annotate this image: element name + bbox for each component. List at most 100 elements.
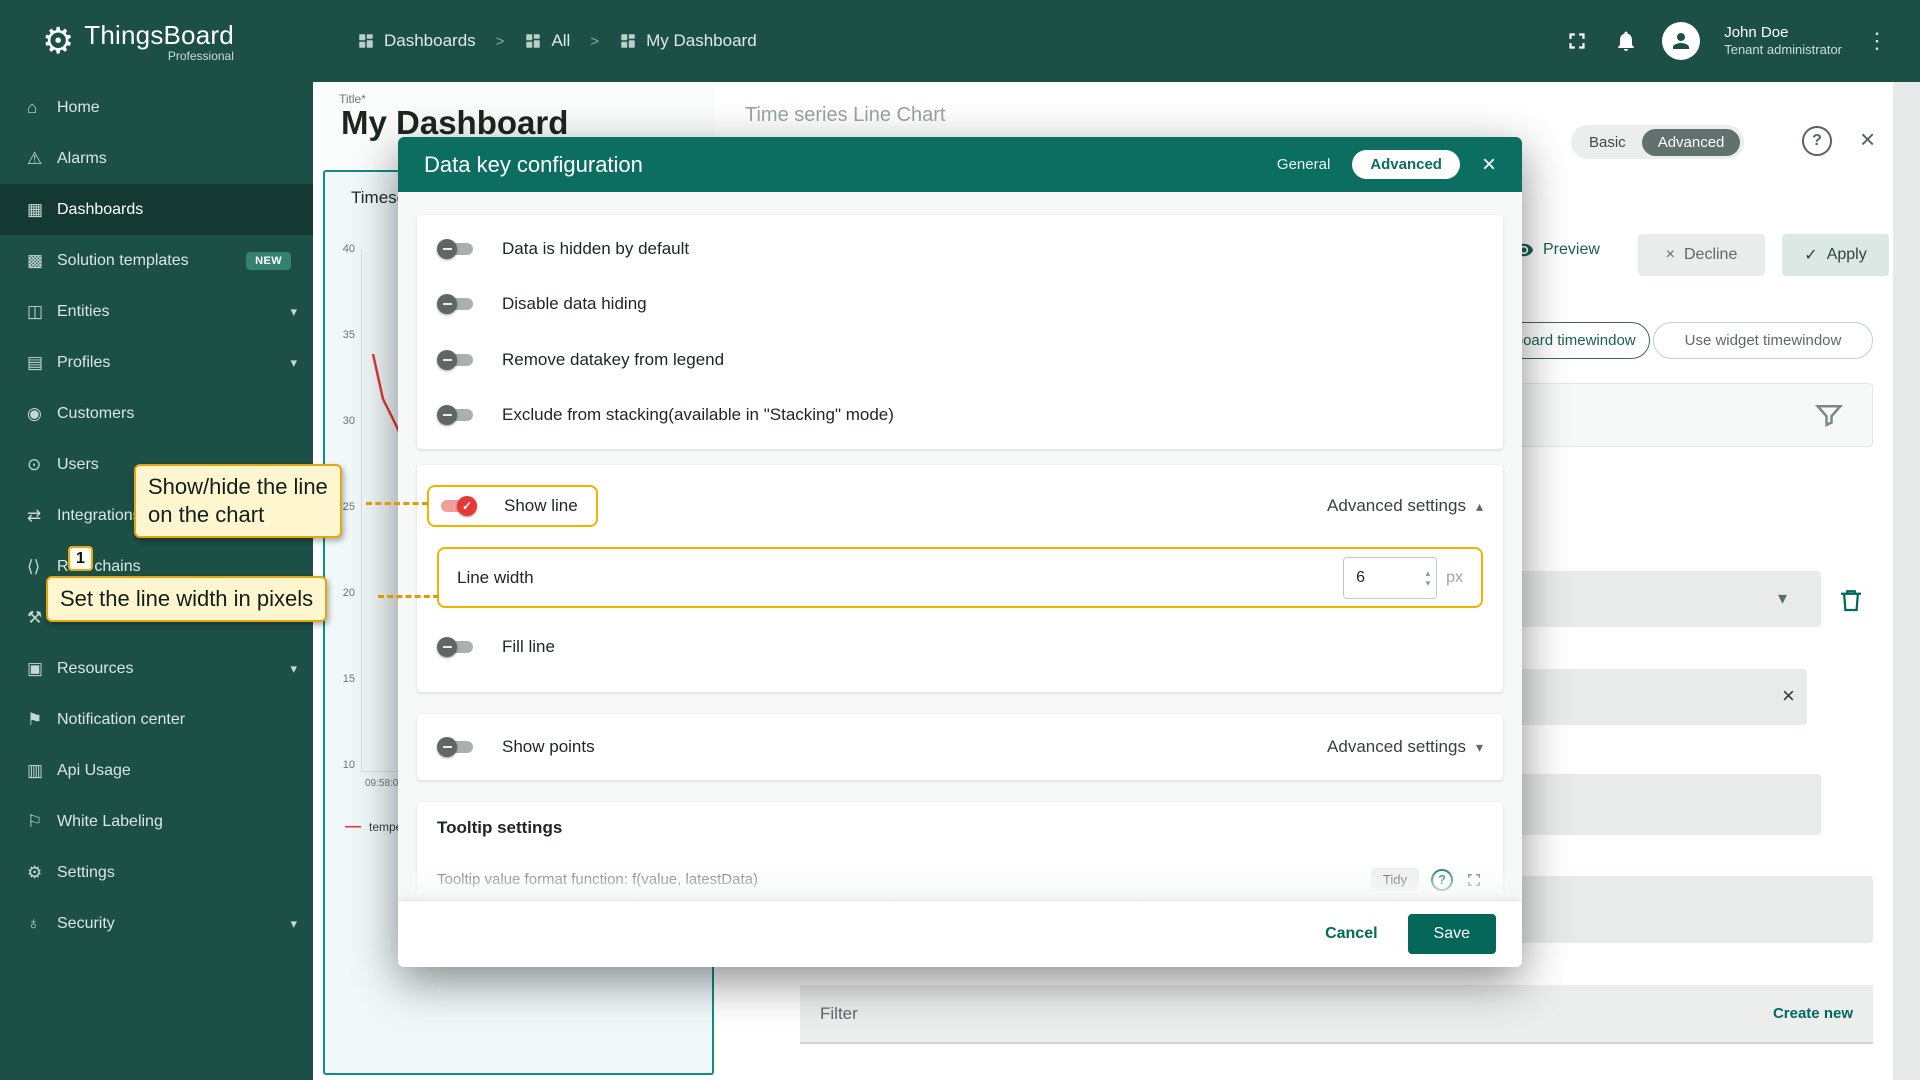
y-axis-tick: 40 bbox=[342, 243, 355, 255]
use-widget-timewindow-chip[interactable]: Use widget timewindow bbox=[1653, 322, 1873, 359]
sidebar-item-label: Notification center bbox=[57, 710, 186, 728]
breadcrumb-all[interactable]: All bbox=[524, 31, 570, 51]
dialog-close-icon[interactable]: × bbox=[1482, 152, 1496, 177]
chevron-down-icon[interactable]: ▾ bbox=[1778, 588, 1787, 609]
line-settings-card: ✓ Show line Advanced settings ▴ Line wid… bbox=[417, 465, 1503, 692]
fullscreen-icon[interactable] bbox=[1564, 28, 1590, 54]
sidebar-item-solution-templates[interactable]: ▩ Solution templates NEW bbox=[0, 235, 313, 286]
entities-icon: ◫ bbox=[27, 301, 44, 321]
decline-button[interactable]: × Decline bbox=[1638, 234, 1765, 276]
tab-advanced[interactable]: Advanced bbox=[1352, 150, 1460, 179]
security-icon: ♁ bbox=[27, 913, 40, 933]
show-line-advanced-settings[interactable]: Advanced settings ▴ bbox=[1327, 496, 1483, 516]
tidy-button[interactable]: Tidy bbox=[1370, 868, 1419, 891]
filter-row[interactable]: Filter Create new bbox=[800, 985, 1873, 1044]
toggle-row: Exclude from stacking(available in "Stac… bbox=[437, 404, 1483, 426]
logo-title: ThingsBoard bbox=[84, 19, 234, 50]
app-logo[interactable]: ⚙ ThingsBoard Professional bbox=[0, 20, 313, 63]
apply-label: Apply bbox=[1826, 246, 1867, 263]
tab-general[interactable]: General bbox=[1269, 150, 1338, 179]
show-points-toggle[interactable] bbox=[437, 736, 475, 758]
breadcrumb-label: Dashboards bbox=[384, 31, 476, 50]
show-points-advanced-settings[interactable]: Advanced settings ▾ bbox=[1327, 737, 1483, 757]
data-hidden-toggle[interactable] bbox=[437, 238, 475, 260]
tab-basic[interactable]: Basic bbox=[1575, 134, 1640, 151]
general-toggles-card: Data is hidden by default Disable data h… bbox=[417, 215, 1503, 449]
sidebar-item-home[interactable]: ⌂ Home bbox=[0, 82, 313, 133]
api-usage-icon: ▥ bbox=[27, 760, 44, 780]
sidebar-item-settings[interactable]: ⚙ Settings bbox=[0, 847, 313, 898]
sidebar-item-white-labeling[interactable]: ⚐ White Labeling bbox=[0, 796, 313, 847]
line-width-input[interactable] bbox=[1344, 568, 1393, 587]
check-icon: ✓ bbox=[1804, 247, 1818, 264]
delete-trash-icon[interactable] bbox=[1836, 585, 1866, 615]
filter-funnel-icon[interactable] bbox=[1814, 400, 1844, 430]
user-name: John Doe bbox=[1724, 23, 1789, 41]
expand-icon[interactable] bbox=[1465, 871, 1483, 889]
y-axis-tick: 35 bbox=[342, 329, 355, 341]
fill-line-toggle[interactable] bbox=[437, 636, 475, 658]
number-stepper[interactable]: ▴ ▾ bbox=[1426, 568, 1431, 588]
sidebar-item-entities[interactable]: ◫ Entities ▾ bbox=[0, 286, 313, 337]
callout-connector bbox=[366, 502, 428, 505]
avatar[interactable] bbox=[1662, 22, 1701, 60]
sidebar-item-resources[interactable]: ▣ Resources ▾ bbox=[0, 643, 313, 694]
more-menu-icon[interactable]: ⋮ bbox=[1866, 28, 1888, 54]
sidebar-item-api-usage[interactable]: ▥ Api Usage bbox=[0, 745, 313, 796]
editor-close-icon[interactable]: × bbox=[1860, 124, 1875, 155]
exclude-from-stacking-toggle[interactable] bbox=[437, 404, 475, 426]
line-width-row: Line width ▴ ▾ px bbox=[437, 547, 1483, 608]
show-line-row: ✓ Show line Advanced settings ▴ bbox=[427, 465, 1483, 547]
y-axis-tick: 30 bbox=[342, 415, 355, 427]
remove-x-icon[interactable]: × bbox=[1782, 683, 1795, 709]
sidebar-item-label: Dashboards bbox=[57, 200, 144, 218]
save-button[interactable]: Save bbox=[1407, 914, 1496, 954]
person-icon bbox=[1673, 33, 1690, 49]
sidebar-item-dashboards[interactable]: ▦ Dashboards bbox=[0, 184, 313, 235]
stepper-down-icon[interactable]: ▾ bbox=[1426, 578, 1431, 588]
apply-button[interactable]: ✓ Apply bbox=[1782, 234, 1889, 276]
toggle-label: Fill line bbox=[502, 637, 555, 656]
callout-text: Set the line width in pixels bbox=[60, 586, 314, 611]
toggle-label: Remove datakey from legend bbox=[502, 349, 725, 369]
user-info[interactable]: John Doe Tenant administrator bbox=[1724, 24, 1842, 59]
tooltip-settings-heading: Tooltip settings bbox=[437, 818, 563, 837]
disable-data-hiding-toggle[interactable] bbox=[437, 293, 475, 315]
breadcrumb-label: All bbox=[551, 31, 571, 50]
toggle-label: Show line bbox=[504, 496, 578, 515]
line-width-callout: Set the line width in pixels bbox=[46, 576, 328, 623]
sidebar-item-label: Settings bbox=[57, 863, 115, 881]
chevron-down-icon: ▾ bbox=[1475, 738, 1483, 755]
sidebar-item-label: Alarms bbox=[57, 149, 107, 167]
notifications-bell-icon[interactable] bbox=[1614, 29, 1638, 53]
fill-line-row: Fill line bbox=[437, 608, 1483, 686]
sidebar-item-profiles[interactable]: ▤ Profiles ▾ bbox=[0, 337, 313, 388]
cancel-button[interactable]: Cancel bbox=[1325, 925, 1377, 943]
chevron-down-icon: ▾ bbox=[290, 354, 297, 370]
sidebar-item-customers[interactable]: ◉ Customers bbox=[0, 388, 313, 439]
tab-advanced[interactable]: Advanced bbox=[1641, 128, 1741, 156]
sidebar-item-security[interactable]: ♁ Security ▾ bbox=[0, 898, 313, 949]
preview-button[interactable]: Preview bbox=[1514, 240, 1600, 260]
create-new-link[interactable]: Create new bbox=[1773, 1005, 1853, 1022]
callout-text: on the chart bbox=[148, 502, 265, 528]
help-icon[interactable]: ? bbox=[1802, 126, 1832, 156]
chip-label: Use widget timewindow bbox=[1684, 332, 1842, 349]
alarm-icon: ⚠ bbox=[27, 148, 43, 168]
chevron-down-icon: ▾ bbox=[290, 303, 297, 319]
stepper-up-icon[interactable]: ▴ bbox=[1426, 568, 1431, 578]
sidebar-item-alarms[interactable]: ⚠ Alarms bbox=[0, 133, 313, 184]
show-line-toggle[interactable]: ✓ bbox=[439, 495, 477, 517]
line-width-unit: px bbox=[1446, 568, 1463, 586]
tooltip-function-label: Tooltip value format function: f(value, … bbox=[437, 871, 758, 888]
function-help-icon[interactable]: ? bbox=[1431, 868, 1453, 891]
scrollbar[interactable] bbox=[1893, 82, 1920, 1080]
sidebar-item-notification-center[interactable]: ⚑ Notification center bbox=[0, 694, 313, 745]
breadcrumb-current[interactable]: My Dashboard bbox=[619, 31, 757, 51]
dashboard-icon bbox=[621, 34, 635, 48]
breadcrumb-dashboards[interactable]: Dashboards bbox=[357, 31, 476, 51]
chevron-up-icon: ▴ bbox=[1475, 497, 1483, 514]
y-axis-tick: 20 bbox=[342, 587, 355, 599]
remove-datakey-from-legend-toggle[interactable] bbox=[437, 349, 475, 371]
check-icon: ✓ bbox=[461, 499, 473, 513]
